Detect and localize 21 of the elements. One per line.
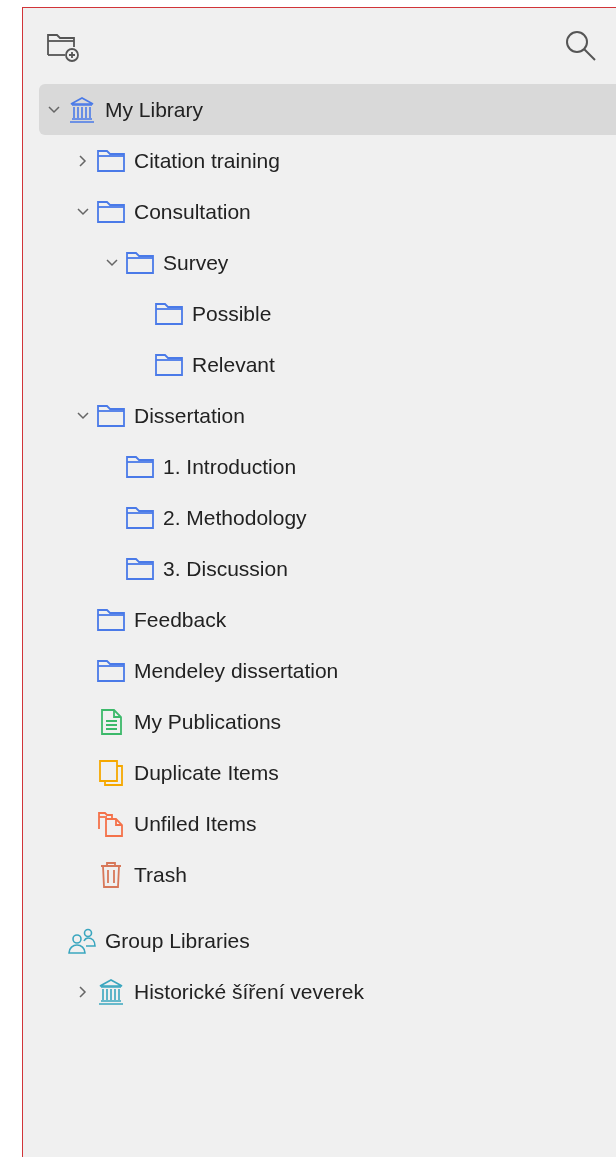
tree-item[interactable]: Citation training	[39, 135, 616, 186]
library-icon	[67, 94, 97, 125]
tree-item[interactable]: Trash	[39, 849, 616, 900]
duplicate-pages-icon	[96, 757, 126, 788]
tree-item[interactable]: 1. Introduction	[39, 441, 616, 492]
tree-item[interactable]: Mendeley dissertation	[39, 645, 616, 696]
tree-item[interactable]: Group Libraries	[39, 915, 616, 966]
tree-item[interactable]: Relevant	[39, 339, 616, 390]
tree-item[interactable]: Dissertation	[39, 390, 616, 441]
tree-item[interactable]: Feedback	[39, 594, 616, 645]
tree-item[interactable]: My Library	[39, 84, 616, 135]
tree-item[interactable]: Possible	[39, 288, 616, 339]
tree-item[interactable]: Duplicate Items	[39, 747, 616, 798]
tree-item[interactable]: Survey	[39, 237, 616, 288]
library-icon	[96, 976, 126, 1007]
tree-item[interactable]: Historické šíření veverek	[39, 966, 616, 1017]
tree-item[interactable]: 2. Methodology	[39, 492, 616, 543]
tree-item[interactable]: My Publications	[39, 696, 616, 747]
tree-item[interactable]: Consultation	[39, 186, 616, 237]
tree-item[interactable]: 3. Discussion	[39, 543, 616, 594]
tree-item[interactable]: Unfiled Items	[39, 798, 616, 849]
